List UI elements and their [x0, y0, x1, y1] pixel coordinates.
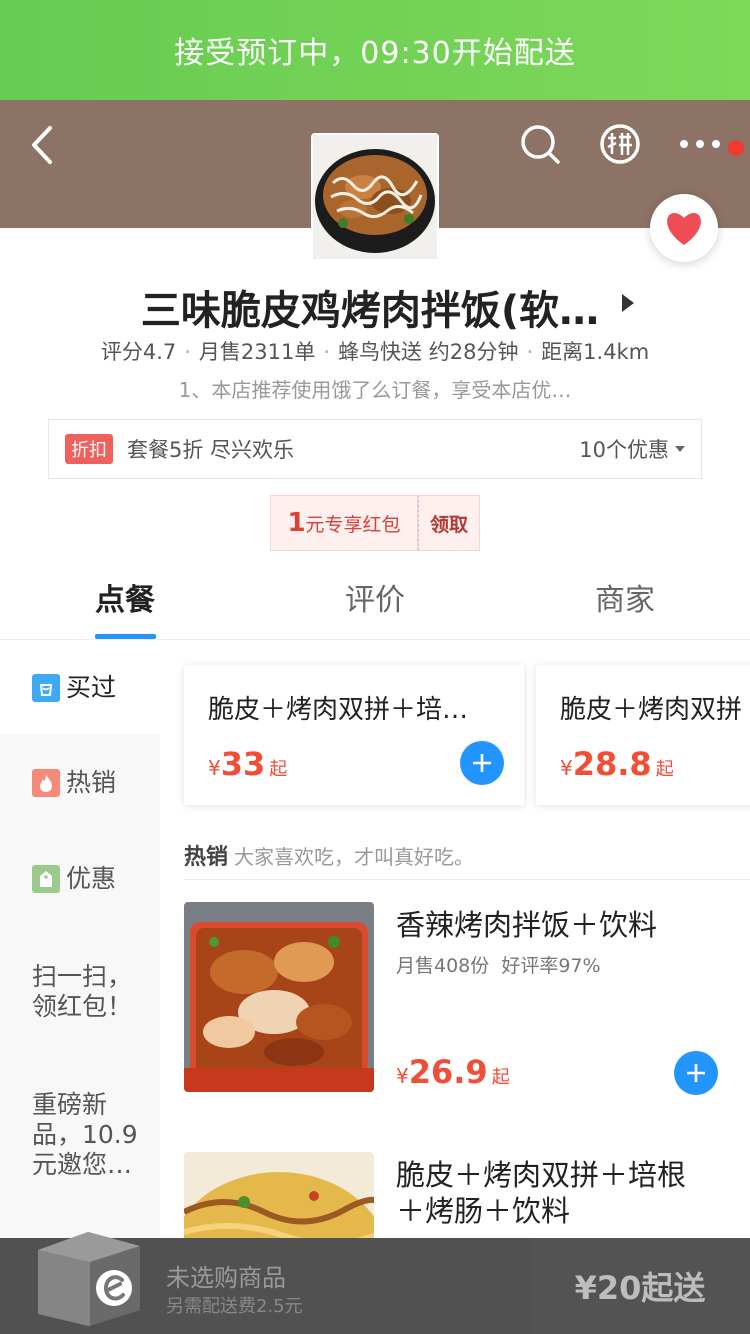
shop-detail-arrow-icon[interactable]	[622, 294, 634, 312]
add-to-cart-button[interactable]	[460, 741, 504, 785]
cart-status-text: 未选购商品	[166, 1264, 286, 1292]
price-value: 28.8	[572, 745, 652, 783]
tab-merchant[interactable]: 商家	[500, 568, 750, 639]
tab-bar: 点餐 评价 商家	[0, 568, 750, 640]
shop-monthly-sales: 月售2311单	[198, 340, 316, 364]
food-image[interactable]	[184, 1152, 374, 1241]
promo-tag: 折扣	[65, 434, 113, 464]
search-button[interactable]	[518, 122, 562, 166]
more-button[interactable]	[676, 122, 726, 166]
currency-symbol: ¥	[208, 756, 221, 780]
price-value: 26.9	[408, 1053, 488, 1091]
section-header-hot: 热销 大家喜欢吃，才叫真好吃。	[184, 839, 474, 871]
separator-dot: ·	[323, 340, 331, 364]
favorite-button[interactable]	[650, 194, 718, 262]
tab-order[interactable]: 点餐	[0, 568, 250, 639]
more-dots-icon	[680, 140, 720, 148]
recommended-price: ¥33 起	[208, 745, 287, 783]
sidebar-item-label: 扫一扫， 领红包！	[32, 962, 133, 1021]
sidebar-item-scan-redpacket[interactable]: 扫一扫， 领红包！	[0, 927, 160, 1057]
shop-distance: 距离1.4km	[541, 340, 650, 364]
red-packet-coupon[interactable]: 1 元专享红包 领取	[270, 495, 480, 551]
heart-icon	[667, 213, 701, 245]
discount-tag-icon	[32, 865, 60, 893]
search-icon	[521, 125, 560, 164]
section-title: 热销	[184, 845, 229, 870]
recommended-card[interactable]: 脆皮＋烤肉双拼 ¥28.8 起	[536, 665, 750, 805]
sidebar-item-hot[interactable]: 热销	[0, 735, 160, 831]
group-order-button[interactable]	[598, 122, 642, 166]
plus-icon	[687, 1064, 705, 1082]
promo-box[interactable]: 折扣 套餐5折 尽兴欢乐 10个优惠	[48, 419, 702, 479]
currency-symbol: ¥	[396, 1064, 409, 1088]
food-price: ¥26.9 起	[396, 1053, 510, 1091]
price-value: 33	[220, 745, 266, 783]
menu-content: 脆皮＋烤肉双拼＋培… ¥33 起 脆皮＋烤肉双拼 ¥28.8 起 热销 大家喜欢吃，才…	[160, 641, 750, 1241]
food-name[interactable]: 脆皮＋烤肉双拼＋培根＋烤肠＋饮料	[396, 1157, 696, 1229]
promo-count: 10个优惠	[579, 438, 669, 462]
separator-dot: ·	[184, 340, 191, 364]
shop-stats: 评分4.7 · 月售2311单 · 蜂鸟快送 约28分钟 · 距离1.4km	[0, 336, 750, 366]
tab-reviews[interactable]: 评价	[250, 568, 500, 639]
sidebar-item-discount[interactable]: 优惠	[0, 831, 160, 927]
caret-down-icon	[675, 446, 685, 452]
add-to-cart-button[interactable]	[674, 1051, 718, 1095]
food-meta: 月售408份 好评率97%	[396, 951, 601, 978]
price-suffix: 起	[491, 1067, 510, 1088]
cart-button[interactable]	[28, 1222, 148, 1328]
food-sales: 月售408份	[396, 955, 490, 977]
recommended-name: 脆皮＋烤肉双拼＋培…	[208, 695, 469, 725]
price-suffix: 起	[655, 759, 674, 780]
delivery-fee-text: 另需配送费2.5元	[166, 1296, 303, 1317]
shop-rating: 评分4.7	[100, 340, 177, 364]
section-description: 大家喜欢吃，才叫真好吃。	[234, 845, 475, 869]
shopping-box-icon	[38, 1232, 140, 1326]
sidebar-item-label: 优惠	[66, 864, 117, 893]
coupon-label: 元专享红包	[305, 513, 401, 536]
sidebar-item-label: 买过	[66, 673, 117, 702]
shop-delivery: 蜂鸟快送 约28分钟	[338, 340, 519, 364]
shopping-bag-icon	[32, 674, 60, 702]
food-rating: 好评率97%	[501, 955, 601, 977]
coupon-claim-button[interactable]: 领取	[418, 495, 480, 551]
currency-symbol: ¥	[560, 756, 573, 780]
price-suffix: 起	[269, 759, 288, 780]
flame-icon	[32, 769, 60, 797]
group-order-icon	[600, 124, 640, 164]
plus-icon	[473, 754, 491, 772]
sidebar-item-label: 重磅新 品，10.9 元邀您…	[32, 1090, 138, 1179]
sidebar-item-new-products[interactable]: 重磅新 品，10.9 元邀您…	[0, 1057, 160, 1213]
recommended-name: 脆皮＋烤肉双拼	[560, 695, 743, 725]
sidebar-item-label: 热销	[66, 768, 117, 797]
recommended-card[interactable]: 脆皮＋烤肉双拼＋培… ¥33 起	[184, 665, 524, 805]
coupon-amount: 1	[287, 508, 306, 538]
back-button[interactable]	[28, 120, 72, 170]
shop-notice[interactable]: 1、本店推荐使用饿了么订餐，享受本店优…	[0, 374, 750, 403]
active-tab-indicator	[95, 634, 156, 639]
shop-logo-image	[311, 133, 439, 261]
separator-dot: ·	[526, 340, 534, 364]
back-arrow-icon	[32, 126, 52, 164]
reservation-notice-bar: 接受预订中，09:30开始配送	[0, 0, 750, 100]
checkout-button[interactable]: ¥20起送	[530, 1238, 750, 1334]
shop-name[interactable]: 三味脆皮鸡烤肉拌饭(软…	[100, 278, 640, 336]
recommended-price: ¥28.8 起	[560, 745, 674, 783]
food-name[interactable]: 香辣烤肉拌饭＋饮料	[396, 907, 696, 943]
promo-text: 套餐5折 尽兴欢乐	[127, 438, 295, 462]
notification-dot	[728, 140, 744, 156]
reservation-notice-text: 接受预订中，09:30开始配送	[174, 36, 576, 71]
app-root: 接受预订中，09:30开始配送 三味脆皮鸡烤肉拌饭(软… 评分4.7 · 月售2…	[0, 0, 750, 1334]
coupon-info: 1 元专享红包	[270, 495, 418, 551]
sidebar-item-bought[interactable]: 买过	[0, 641, 160, 735]
category-sidebar: 买过 热销 优惠 扫一扫， 领红包！ 重磅新 品，10.9 元邀您…	[0, 641, 160, 1241]
divider	[184, 879, 750, 880]
food-image[interactable]	[184, 902, 374, 1092]
